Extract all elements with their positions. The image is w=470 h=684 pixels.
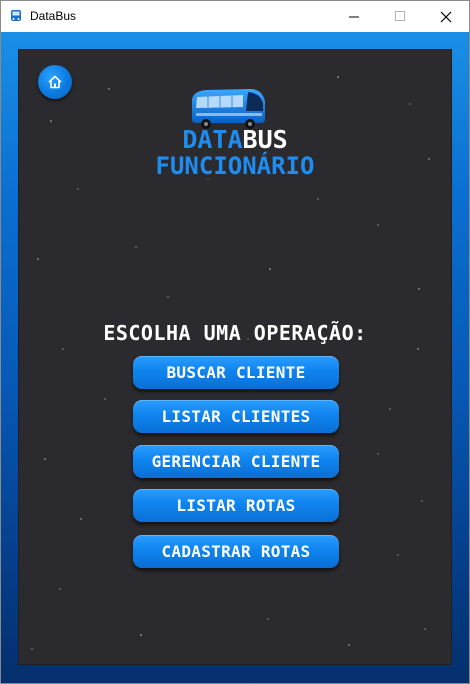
bus-app-icon [11, 10, 21, 21]
operation-heading: ESCOLHA UMA OPERAÇÃO: [103, 321, 367, 345]
minimize-icon [348, 16, 359, 18]
gerenciar-cliente-button[interactable]: GERENCIAR CLIENTE [133, 445, 339, 478]
title-bar[interactable]: DataBus [1, 1, 469, 32]
listar-clientes-button[interactable]: LISTAR CLIENTES [133, 400, 339, 433]
close-button[interactable] [423, 1, 469, 32]
app-window: DataBus DATABUS FUNCIONÁRIO ESCOLHA UMA … [0, 0, 470, 684]
listar-rotas-button[interactable]: LISTAR ROTAS [133, 489, 339, 522]
logo-subtitle: FUNCIONÁRIO [155, 152, 315, 180]
buscar-cliente-button[interactable]: BUSCAR CLIENTE [133, 356, 339, 389]
main-panel: DATABUS FUNCIONÁRIO ESCOLHA UMA OPERAÇÃO… [18, 49, 452, 665]
home-button[interactable] [38, 65, 72, 99]
cadastrar-rotas-button[interactable]: CADASTRAR ROTAS [133, 535, 339, 568]
app-logo-wordmark: DATABUS [18, 127, 452, 153]
window-title: DataBus [30, 9, 77, 23]
maximize-icon [394, 11, 405, 21]
gradient-frame: DATABUS FUNCIONÁRIO ESCOLHA UMA OPERAÇÃO… [1, 32, 469, 683]
logo-word-bus: BUS [242, 125, 288, 154]
minimize-button[interactable] [331, 1, 377, 32]
logo-word-data: DATA [182, 125, 243, 154]
home-icon [48, 75, 62, 89]
maximize-button[interactable] [377, 1, 423, 32]
close-icon [440, 11, 452, 22]
